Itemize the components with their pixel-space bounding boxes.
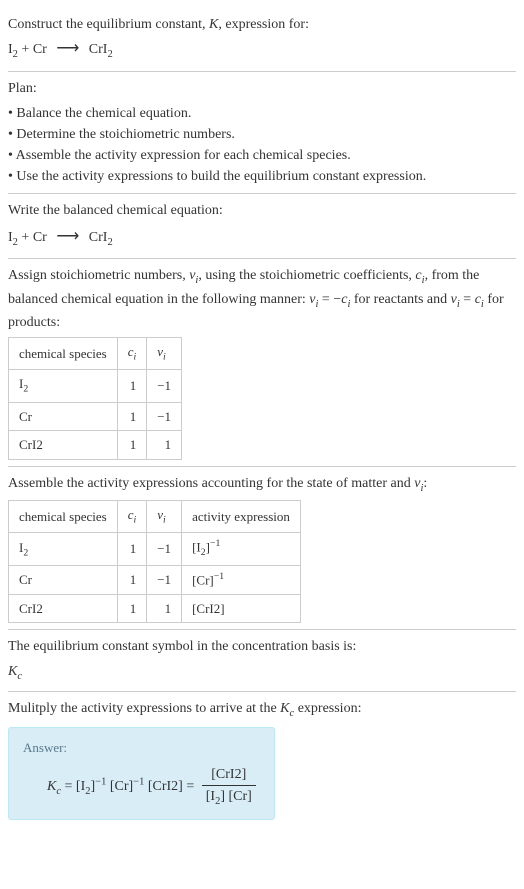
cell-vi: 1: [147, 431, 182, 460]
plan-list: Balance the chemical equation. Determine…: [8, 103, 516, 187]
table-header-row: chemical species ci νi: [9, 338, 182, 370]
table-row: I2 1 −1: [9, 370, 182, 402]
plan-item: Assemble the activity expression for eac…: [8, 145, 516, 166]
table-row: Cr 1 −1: [9, 402, 182, 431]
construct-header: Construct the equilibrium constant, K, e…: [8, 8, 516, 72]
activity-table: chemical species ci νi activity expressi…: [8, 500, 301, 623]
table-row: CrI2 1 1 [CrI2]: [9, 594, 301, 623]
table-row: CrI2 1 1: [9, 431, 182, 460]
cell-species: Cr: [9, 565, 118, 594]
cell-ci: 1: [117, 431, 147, 460]
kc-symbol: Kc: [8, 664, 22, 679]
cell-vi: −1: [147, 370, 182, 402]
stoich-table: chemical species ci νi I2 1 −1 Cr 1 −1 C…: [8, 337, 182, 459]
plan-item: Determine the stoichiometric numbers.: [8, 124, 516, 145]
kc-symbol-section: The equilibrium constant symbol in the c…: [8, 630, 516, 692]
activity-text: Assemble the activity expressions accoun…: [8, 476, 427, 491]
col-vi: νi: [147, 501, 182, 533]
cell-species: Cr: [9, 402, 118, 431]
plan-title: Plan:: [8, 78, 516, 99]
col-ci: ci: [117, 501, 147, 533]
cell-ci: 1: [117, 370, 147, 402]
col-species: chemical species: [9, 501, 118, 533]
construct-text: Construct the equilibrium constant, K, e…: [8, 17, 309, 32]
cell-vi: 1: [147, 594, 182, 623]
cell-ci: 1: [117, 594, 147, 623]
table-row: Cr 1 −1 [Cr]−1: [9, 565, 301, 594]
balanced-equation: I2 + Cr ⟶ CrI2: [8, 225, 516, 251]
col-ci: ci: [117, 338, 147, 370]
cell-activity: [CrI2]: [182, 594, 301, 623]
cell-species: CrI2: [9, 594, 118, 623]
answer-equation: Kc = [I2]−1 [Cr]−1 [CrI2] = [CrI2] [I2] …: [47, 764, 260, 810]
table-header-row: chemical species ci νi activity expressi…: [9, 501, 301, 533]
table-row: I2 1 −1 [I2]−1: [9, 533, 301, 566]
kc-symbol-text: The equilibrium constant symbol in the c…: [8, 636, 516, 657]
cell-vi: −1: [147, 533, 182, 566]
cell-ci: 1: [117, 402, 147, 431]
plan-item: Balance the chemical equation.: [8, 103, 516, 124]
cell-ci: 1: [117, 533, 147, 566]
activity-section: Assemble the activity expressions accoun…: [8, 467, 516, 631]
cell-species: CrI2: [9, 431, 118, 460]
fraction-numerator: [CrI2]: [202, 764, 256, 786]
balanced-section: Write the balanced chemical equation: I2…: [8, 194, 516, 260]
multiply-text: Mulitply the activity expressions to arr…: [8, 701, 361, 716]
cell-species: I2: [9, 533, 118, 566]
col-vi: νi: [147, 338, 182, 370]
fraction-denominator: [I2] [Cr]: [202, 786, 256, 810]
cell-vi: −1: [147, 402, 182, 431]
answer-box: Answer: Kc = [I2]−1 [Cr]−1 [CrI2] = [CrI…: [8, 727, 275, 820]
cell-vi: −1: [147, 565, 182, 594]
balanced-label: Write the balanced chemical equation:: [8, 200, 516, 221]
fraction-icon: [CrI2] [I2] [Cr]: [202, 764, 256, 810]
reaction-arrow-icon: ⟶: [56, 228, 79, 245]
cell-activity: [Cr]−1: [182, 565, 301, 594]
plan-section: Plan: Balance the chemical equation. Det…: [8, 72, 516, 194]
cell-ci: 1: [117, 565, 147, 594]
cell-species: I2: [9, 370, 118, 402]
assign-section: Assign stoichiometric numbers, νi, using…: [8, 259, 516, 467]
reaction-arrow-icon: ⟶: [56, 40, 79, 57]
col-species: chemical species: [9, 338, 118, 370]
plan-item: Use the activity expressions to build th…: [8, 166, 516, 187]
assign-text: Assign stoichiometric numbers, νi, using…: [8, 268, 504, 330]
reaction-equation: I2 + Cr ⟶ CrI2: [8, 37, 516, 63]
answer-label: Answer:: [23, 738, 260, 758]
multiply-section: Mulitply the activity expressions to arr…: [8, 692, 516, 827]
col-activity: activity expression: [182, 501, 301, 533]
cell-activity: [I2]−1: [182, 533, 301, 566]
